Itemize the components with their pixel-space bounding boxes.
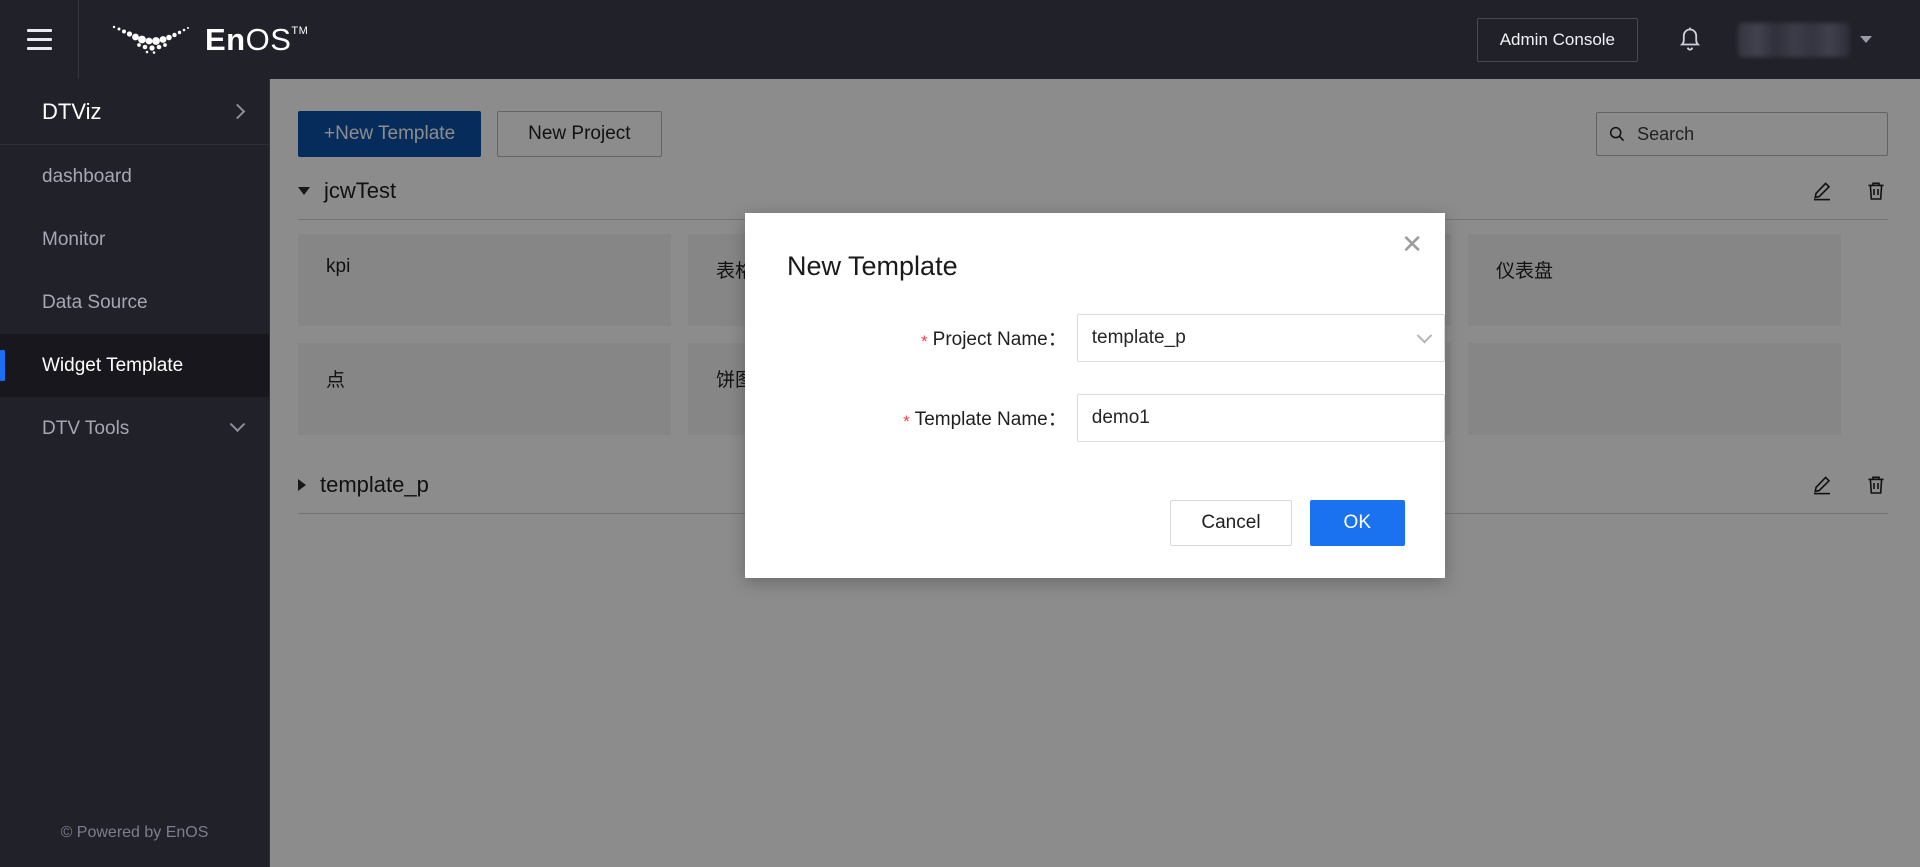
required-asterisk: * [903, 412, 910, 431]
sidebar-item-dtv-tools[interactable]: DTV Tools [0, 397, 269, 460]
new-template-dialog: ✕ New Template * Project Name： template_p… [745, 213, 1445, 578]
dialog-actions: Cancel OK [1170, 500, 1405, 546]
ok-button[interactable]: OK [1309, 500, 1405, 546]
template-name-input[interactable] [1091, 407, 1430, 429]
dialog-title: New Template [787, 251, 958, 281]
field-row-project-name: * Project Name： template_p [745, 314, 1445, 362]
required-asterisk: * [921, 332, 928, 351]
sidebar-item-label: Monitor [42, 228, 106, 250]
app-root: En OS TM Admin Console DTViz dashboard M… [0, 0, 1920, 867]
hamburger-bar [26, 29, 52, 32]
sidebar-item-label: DTV Tools [42, 417, 130, 439]
notification-bell-icon[interactable] [1662, 12, 1718, 68]
sidebar: DTViz dashboard Monitor Data Source Widg… [0, 79, 270, 867]
sidebar-item-monitor[interactable]: Monitor [0, 208, 269, 271]
brand-logo-area[interactable]: En OS TM [109, 21, 308, 59]
sidebar-item-label: Widget Template [42, 354, 184, 376]
sidebar-item-dtviz[interactable]: DTViz [0, 79, 269, 145]
sidebar-item-data-source[interactable]: Data Source [0, 271, 269, 334]
field-row-template-name: * Template Name： [745, 394, 1445, 442]
sidebar-item-label: dashboard [42, 165, 132, 187]
user-profile-menu[interactable] [1738, 22, 1872, 57]
header-right-cluster: Admin Console [1476, 12, 1920, 68]
chevron-down-icon [229, 416, 246, 433]
label-text: Project Name： [932, 329, 1067, 350]
hamburger-icon[interactable] [0, 0, 79, 79]
brand-tm: TM [291, 24, 309, 37]
project-name-select[interactable]: template_p [1076, 314, 1445, 362]
sidebar-item-widget-template[interactable]: Widget Template [0, 334, 269, 397]
user-name-blurred [1738, 22, 1850, 57]
project-name-value: template_p [1091, 327, 1186, 348]
chevron-down-icon [1416, 327, 1433, 343]
hamburger-bar [26, 38, 52, 41]
brand-wordmark: En OS TM [205, 22, 308, 58]
sidebar-header-label: DTViz [42, 98, 102, 124]
sidebar-item-dashboard[interactable]: dashboard [0, 145, 269, 208]
label-text: Template Name： [914, 409, 1067, 430]
project-name-label: * Project Name： [745, 324, 1077, 352]
sidebar-footer-text: © Powered by EnOS [60, 824, 209, 841]
template-name-input-wrap[interactable] [1076, 394, 1445, 442]
bell-glyph [1679, 27, 1701, 51]
brand-en: En [205, 21, 246, 57]
app-header: En OS TM Admin Console [0, 0, 1920, 79]
enos-swoosh-icon [112, 25, 189, 54]
sidebar-item-label: Data Source [42, 291, 148, 313]
close-icon[interactable]: ✕ [1401, 231, 1423, 257]
template-name-label: * Template Name： [745, 404, 1077, 432]
chevron-right-icon [229, 103, 246, 120]
brand-os: OS [245, 21, 292, 57]
cancel-button[interactable]: Cancel [1170, 500, 1292, 546]
hamburger-bar [26, 47, 52, 50]
chevron-down-icon [1860, 36, 1872, 43]
admin-console-button[interactable]: Admin Console [1476, 17, 1638, 62]
